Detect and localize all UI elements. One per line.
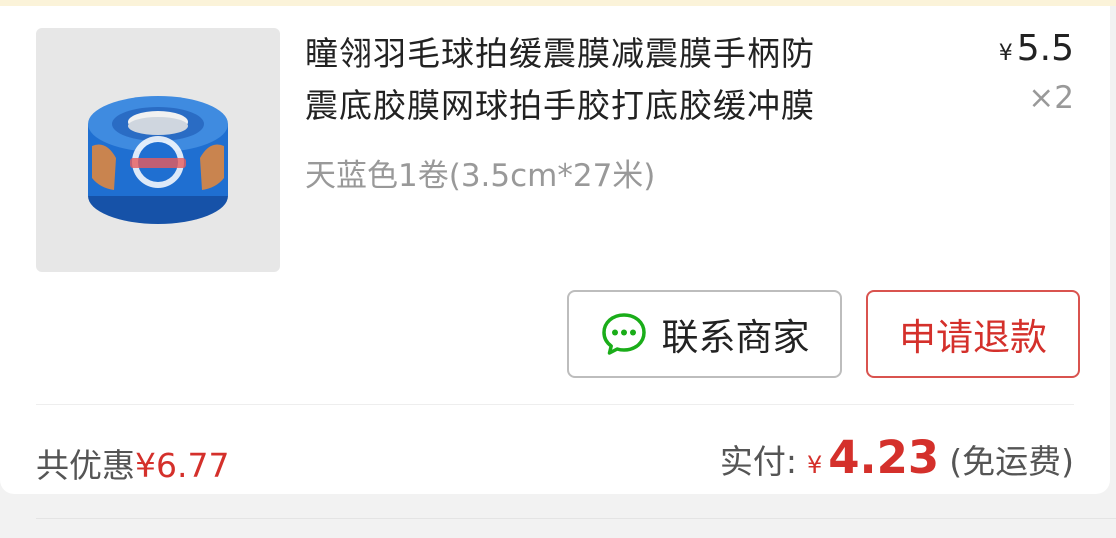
product-title[interactable]: 瞳翎羽毛球拍缓震膜减震膜手柄防 震底胶膜网球拍手胶打底胶缓冲膜 (305, 28, 945, 132)
product-image[interactable] (36, 28, 280, 272)
chat-bubble-icon (600, 310, 648, 358)
quantity: ×2 (1028, 80, 1074, 116)
shipping-note: (免运费) (949, 442, 1074, 481)
price-currency: ¥ (998, 41, 1013, 66)
request-refund-label: 申请退款 (899, 316, 1047, 359)
order-item-card: 瞳翎羽毛球拍缓震膜减震膜手柄防 震底胶膜网球拍手胶打底胶缓冲膜 天蓝色1卷(3.… (0, 6, 1110, 494)
paid-label: 实付: (719, 442, 797, 481)
request-refund-button[interactable]: 申请退款 (866, 290, 1080, 378)
contact-seller-button[interactable]: 联系商家 (567, 290, 842, 378)
product-title-line1: 瞳翎羽毛球拍缓震膜减震膜手柄防 (305, 34, 815, 73)
product-spec: 天蓝色1卷(3.5cm*27米) (305, 158, 656, 194)
divider (36, 404, 1074, 405)
product-title-line2: 震底胶膜网球拍手胶打底胶缓冲膜 (305, 86, 815, 125)
discount-label: 共优惠 (36, 446, 135, 485)
bottom-divider (36, 518, 1116, 519)
discount-amount: ¥6.77 (135, 446, 230, 485)
unit-price: ¥5.5 (999, 28, 1074, 69)
paid-currency: ¥ (806, 451, 823, 479)
contact-seller-label: 联系商家 (661, 316, 810, 359)
discount-summary: 共优惠¥6.77 (36, 439, 229, 487)
paid-amount: 4.23 (828, 431, 940, 484)
blue-tape-roll-image (88, 96, 228, 224)
paid-summary: 实付: ¥ 4.23 (免运费) (720, 431, 1074, 484)
price-value: 5.5 (1016, 28, 1074, 69)
